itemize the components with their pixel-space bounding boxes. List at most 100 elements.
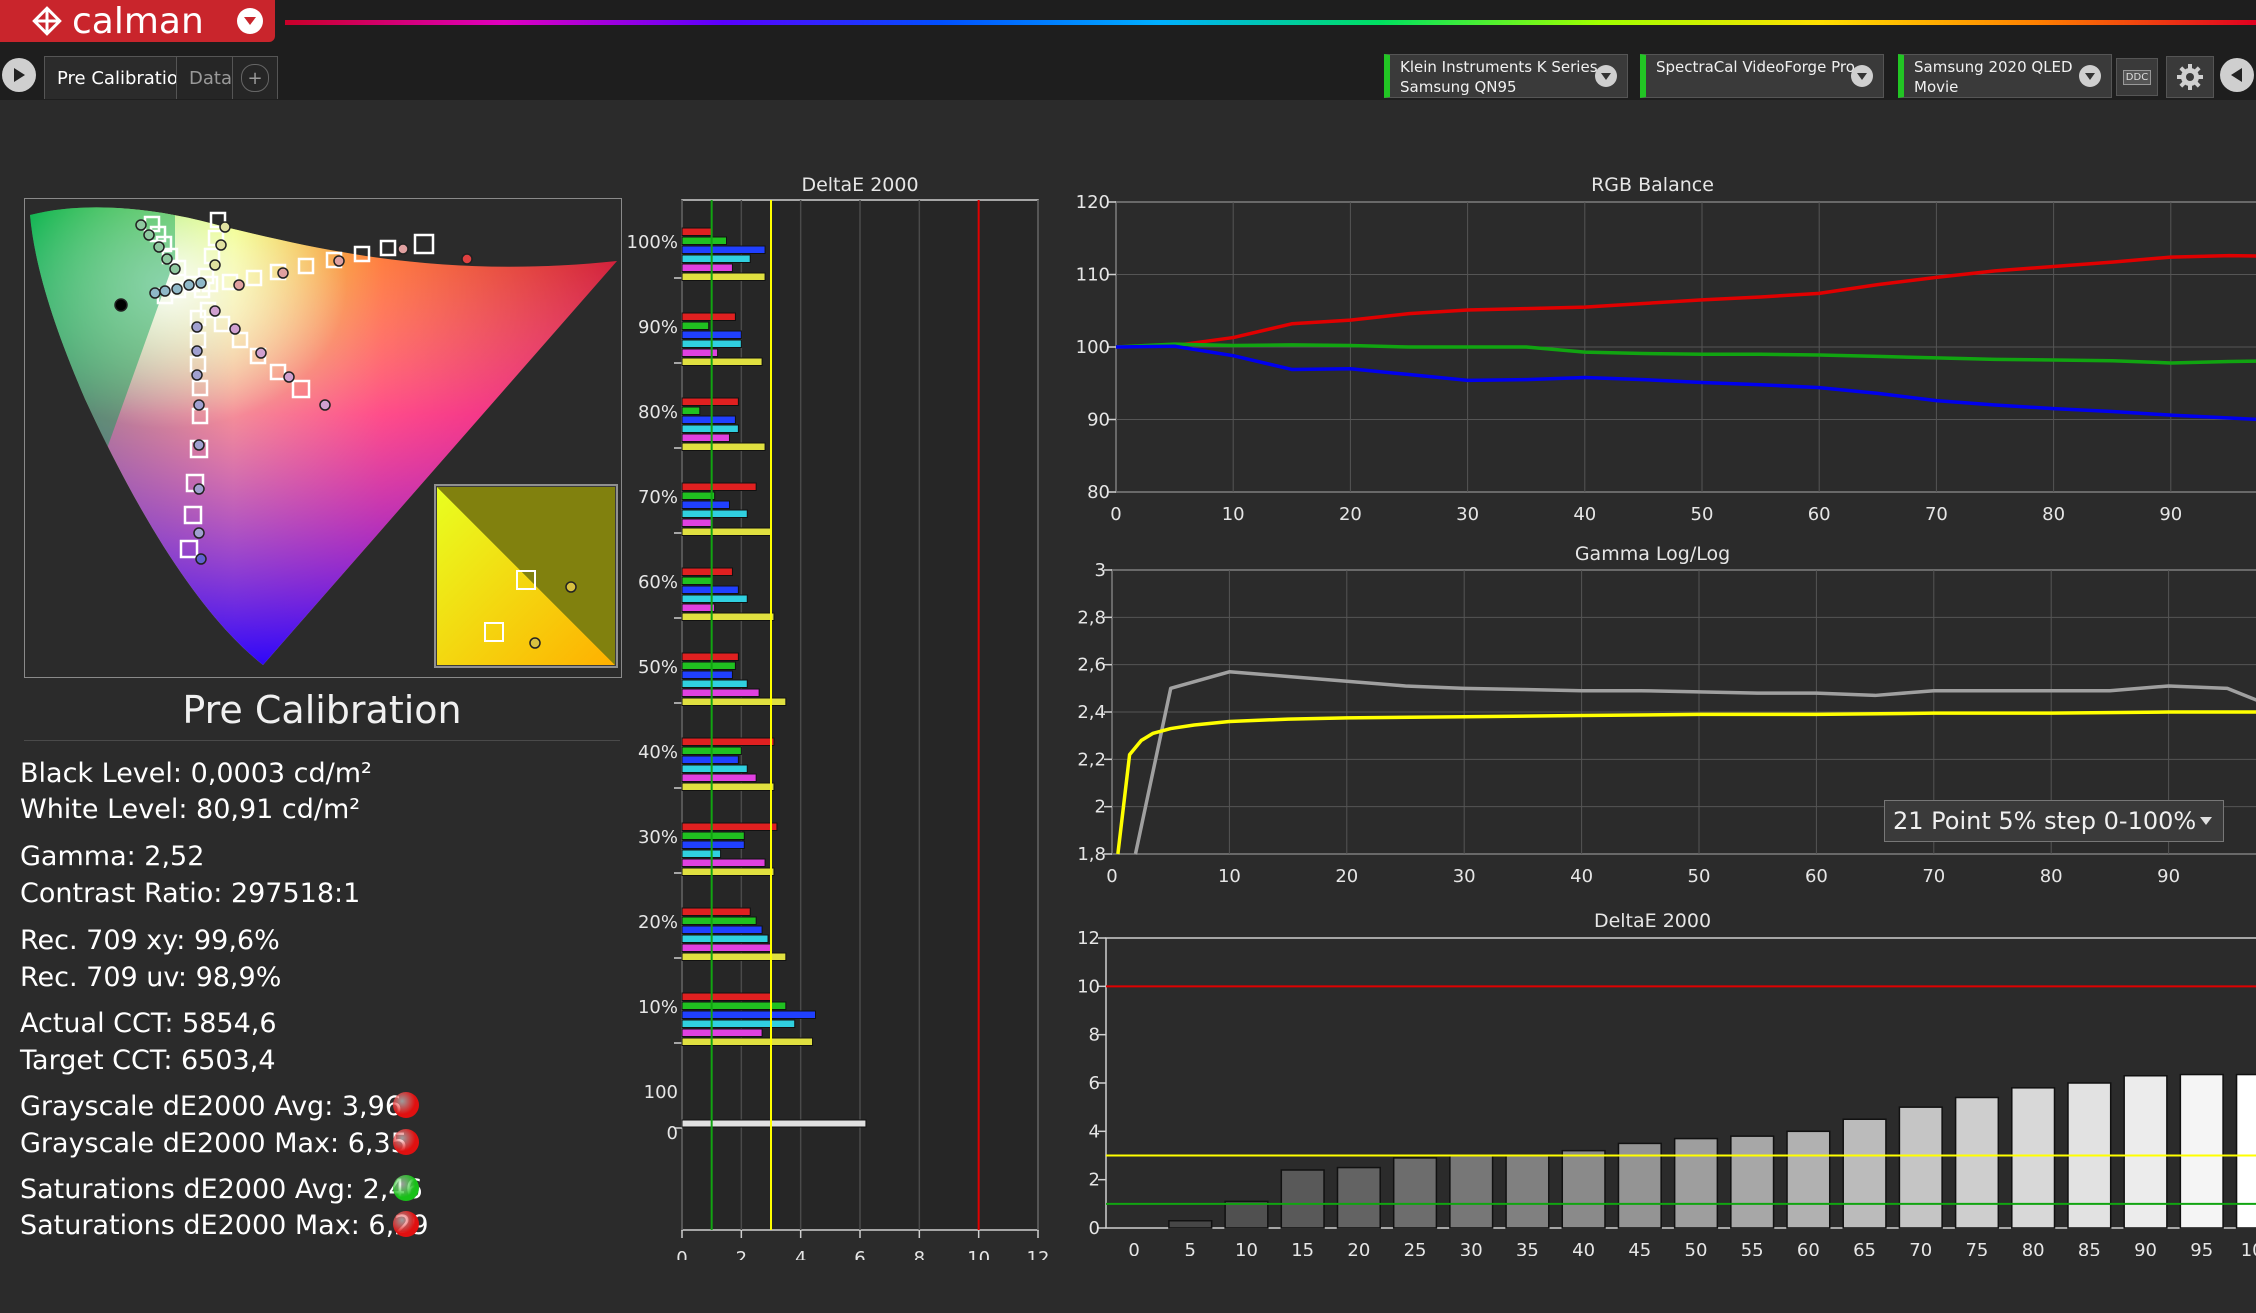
gear-icon [2177,64,2203,90]
saturation-bar [681,245,766,254]
saturation-bar [681,992,772,1001]
display-selector[interactable]: Samsung 2020 QLED Movie [1898,54,2112,98]
display-name: Samsung 2020 QLED [1914,58,2073,76]
saturation-bar [681,567,733,576]
x-tick-label: 65 [1853,1240,1876,1256]
ddc-button[interactable]: DDC [2116,58,2158,96]
x-tick-label: 40 [1573,504,1596,525]
saturation-bar [681,858,766,867]
point-set-dropdown[interactable]: 21 Point 5% step 0-100% [1884,800,2224,842]
pattern-generator-selector[interactable]: SpectraCal VideoForge Pro [1640,54,1884,98]
display-mode: Movie [1914,78,1959,96]
x-tick-label: 45 [1628,1240,1651,1256]
x-tick-label: 10 [1222,504,1245,525]
delta-e-bar [2123,1075,2168,1229]
y-tick-label: 0 [1089,1218,1100,1239]
delta-e-bar [1449,1154,1494,1229]
chevron-down-icon[interactable] [1595,65,1617,87]
tab-label: Data [189,67,232,89]
x-tick-label: 30 [1460,1240,1483,1256]
saturation-bar [681,272,766,281]
y-tick-label: 50% [638,657,678,678]
saturation-bar [681,594,748,603]
collapse-panel-button[interactable] [2220,58,2254,92]
grayscale-de-avg: Grayscale dE2000 Avg: 3,96 [20,1091,402,1122]
x-tick-label: 70 [1925,504,1948,525]
saturation-bar [681,867,775,876]
delta-e-bar [1392,1157,1438,1229]
saturation-bar [681,509,748,518]
saturations-de-avg: Saturations dE2000 Avg: 2,46 [20,1174,423,1205]
y-tick-label: 10% [638,997,678,1018]
settings-button[interactable] [2166,56,2214,98]
play-icon[interactable] [2,58,36,92]
saturation-bar [681,907,751,916]
chevron-down-icon[interactable] [1851,65,1873,87]
x-tick-label: 20 [1339,504,1362,525]
x-tick-label: 60 [1797,1240,1820,1256]
x-tick-label: 80 [2040,866,2063,887]
cie-diagram [30,207,618,668]
x-tick-label: 50 [1691,504,1714,525]
saturation-bar [681,397,739,406]
saturation-bar [681,679,748,688]
x-tick-label: 80 [2022,1240,2045,1256]
saturation-bar [681,1037,814,1046]
grayscale-delta-e-chart: 0 2 4 6 8 10 12 0 5 10 15 20 25 30 35 40 45 50 55 60 65 70 75 8… [1077,928,2256,1256]
tab-label: Pre Calibration [57,67,190,89]
app-name: calman [72,0,204,42]
x-tick-label: 35 [1516,1240,1539,1256]
saturation-bar [681,737,775,746]
delta-e-bar [1673,1137,1719,1229]
delta-e-bar [1224,1200,1269,1229]
saturation-bar [681,415,736,424]
saturation-bar [681,433,730,442]
add-tab-button[interactable]: + [232,56,278,99]
saturation-bar [681,916,757,925]
y-tick-label: 120 [1076,192,1110,213]
meter-display: Samsung QN95 [1400,78,1517,96]
meter-selector[interactable]: Klein Instruments K Series Samsung QN95 [1384,54,1628,98]
saturation-bar [681,491,716,500]
x-tick-label: 80 [2042,504,2065,525]
delta-e-bar [1561,1149,1606,1229]
saturation-bar [681,254,751,263]
y-tick-label: 6 [1089,1073,1100,1094]
y-tick-label: 30% [638,827,678,848]
calman-logo-icon [32,6,62,36]
x-tick-label: 25 [1404,1240,1427,1256]
calman-menu-button[interactable]: calman [0,0,275,42]
rec709-uv: Rec. 709 uv: 98,9% [20,962,282,993]
x-tick-label: 75 [1965,1240,1988,1256]
rgb-balance-chart: 01020304050607080901008090100110120 [1076,192,2256,525]
y-tick-label: 40% [638,742,678,763]
status-indicator-icon [393,1175,419,1201]
saturation-bar [681,263,733,272]
grayscale-de-max: Grayscale dE2000 Max: 6,35 [20,1128,408,1159]
chevron-down-icon[interactable] [237,8,263,34]
y-tick-label: 3 [1095,560,1106,581]
y-tick-label: 100% [627,232,678,253]
y-tick-label: 12 [1077,928,1100,949]
x-tick-label: 20 [1335,866,1358,887]
chevron-down-icon[interactable] [2079,65,2101,87]
x-tick-label: 85 [2078,1240,2101,1256]
x-tick-label: 12 [1027,1248,1050,1260]
y-tick-label: 0 [667,1123,678,1144]
generator-name: SpectraCal VideoForge Pro [1656,58,1855,76]
delta-e-bar [2235,1073,2256,1229]
saturation-bar [681,822,778,831]
point-set-label: 21 Point 5% step 0-100% [1893,807,2197,835]
saturation-bar [681,652,739,661]
y-tick-label: 10 [1077,976,1100,997]
x-tick-label: 60 [1808,504,1831,525]
x-tick-label: 50 [1688,866,1711,887]
y-tick-label: 2 [1095,797,1106,818]
delta-e-bar [1786,1130,1831,1229]
saturation-bar [681,773,757,782]
saturation-bar [681,755,739,764]
y-tick-label: 2 [1089,1170,1100,1191]
saturation-bar [681,312,736,321]
y-tick-label: 2,8 [1077,607,1106,628]
saturation-bar [681,357,763,366]
